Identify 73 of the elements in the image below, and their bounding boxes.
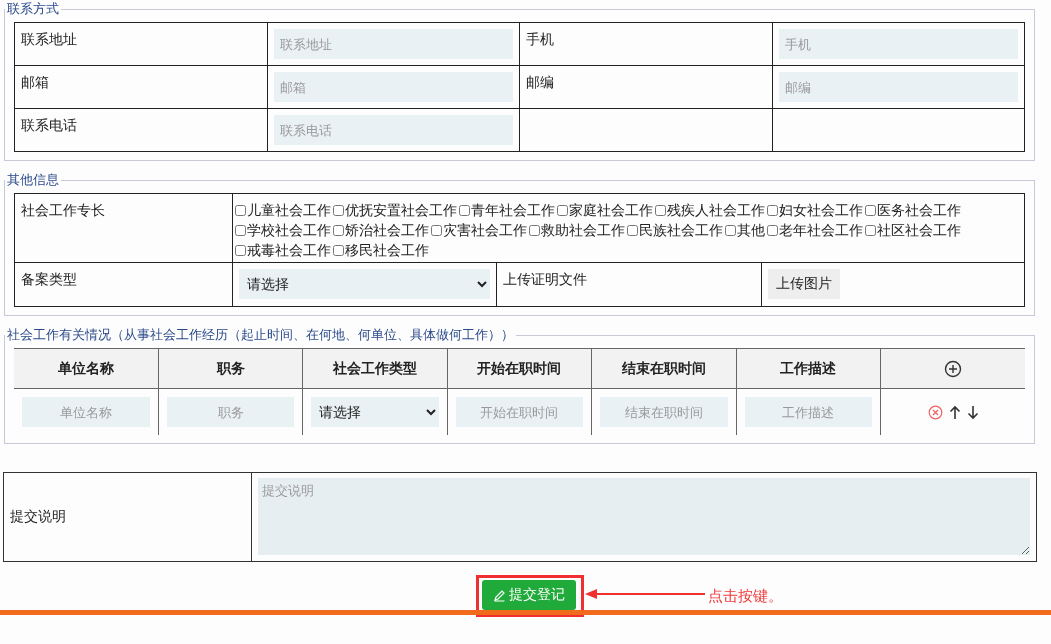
input-field[interactable]: 单位名称 [22, 397, 150, 427]
section-title: 联系方式 [6, 0, 60, 18]
checkbox[interactable] [333, 204, 344, 216]
checkbox-label: 移民社会工作 [345, 241, 429, 260]
checkbox[interactable] [767, 224, 778, 236]
input-field[interactable]: 邮编 [778, 72, 1018, 102]
checkbox[interactable] [865, 224, 876, 236]
column-header: 工作描述 [780, 359, 837, 376]
checkbox-label: 戒毒社会工作 [247, 241, 331, 260]
select-field[interactable]: 请选择 [239, 269, 490, 299]
checkbox[interactable] [431, 224, 442, 236]
checkbox[interactable] [557, 204, 568, 216]
column-header: 开始在职时间 [477, 359, 562, 376]
checkbox-label: 灾害社会工作 [443, 221, 527, 240]
checkbox[interactable] [235, 204, 246, 216]
checkbox-label: 学校社会工作 [247, 221, 331, 240]
checkbox[interactable] [865, 204, 876, 216]
input-field[interactable]: 联系地址 [273, 29, 513, 59]
input-field[interactable]: 手机 [778, 29, 1018, 59]
section-title: 社会工作有关情况（从事社会工作经历（起止时间、在何地、何单位、具体做何工作）） [6, 326, 515, 344]
checkbox-label: 残疾人社会工作 [667, 201, 765, 220]
column-header: 单位名称 [57, 359, 114, 376]
checkbox[interactable] [529, 224, 540, 236]
input-field[interactable]: 联系电话 [273, 115, 513, 145]
input-field[interactable]: 职务 [166, 397, 295, 427]
upload-button[interactable]: 上传图片 [768, 269, 840, 299]
checkbox-label: 儿童社会工作 [247, 201, 331, 220]
checkbox-label: 老年社会工作 [779, 221, 863, 240]
checkbox-label: 医务社会工作 [877, 201, 961, 220]
checkbox-label: 妇女社会工作 [779, 201, 863, 220]
field-label: 备案类型 [21, 271, 77, 287]
textarea-field[interactable]: 提交说明 [258, 478, 1030, 555]
checkbox[interactable] [235, 224, 246, 236]
field-label: 联系电话 [21, 117, 77, 133]
section-title: 其他信息 [6, 171, 60, 189]
checkbox-label: 矫治社会工作 [345, 221, 429, 240]
field-label: 提交说明 [10, 508, 66, 524]
add-icon[interactable] [944, 359, 962, 378]
checkbox[interactable] [767, 204, 778, 216]
remove-icon[interactable] [927, 404, 943, 420]
checkbox-label: 社区社会工作 [877, 221, 961, 240]
input-field[interactable]: 邮箱 [273, 72, 513, 102]
select-field[interactable]: 请选择 [311, 397, 439, 427]
checkbox[interactable] [235, 244, 246, 256]
field-label: 上传证明文件 [503, 271, 587, 287]
field-label: 社会工作专长 [21, 202, 105, 218]
annotation-text: 点击按键。 [708, 587, 783, 606]
checkbox[interactable] [627, 224, 638, 236]
checkbox[interactable] [459, 204, 470, 216]
column-header: 社会工作类型 [333, 359, 418, 376]
checkbox[interactable] [333, 244, 344, 256]
checkbox-label: 其他 [737, 221, 765, 240]
input-field[interactable]: 工作描述 [744, 397, 873, 427]
checkbox-label: 青年社会工作 [471, 201, 555, 220]
pencil-icon [493, 588, 506, 602]
up-arrow-icon[interactable] [948, 404, 961, 420]
checkbox-label: 救助社会工作 [541, 221, 625, 240]
column-header: 结束在职时间 [621, 359, 706, 376]
checkbox[interactable] [725, 224, 736, 236]
checkbox[interactable] [655, 204, 666, 216]
checkbox-label: 家庭社会工作 [569, 201, 653, 220]
field-label: 联系地址 [21, 31, 77, 47]
field-label: 邮编 [526, 74, 554, 90]
field-label: 邮箱 [21, 74, 49, 90]
down-arrow-icon[interactable] [966, 404, 979, 420]
checkbox[interactable] [333, 224, 344, 236]
checkbox-label: 民族社会工作 [639, 221, 723, 240]
field-label: 手机 [526, 31, 554, 47]
input-field[interactable]: 开始在职时间 [455, 397, 584, 427]
arrow-icon [585, 589, 705, 599]
checkbox-label: 优抚安置社会工作 [345, 201, 457, 220]
column-header: 职务 [216, 359, 245, 376]
input-field[interactable]: 结束在职时间 [600, 397, 728, 427]
